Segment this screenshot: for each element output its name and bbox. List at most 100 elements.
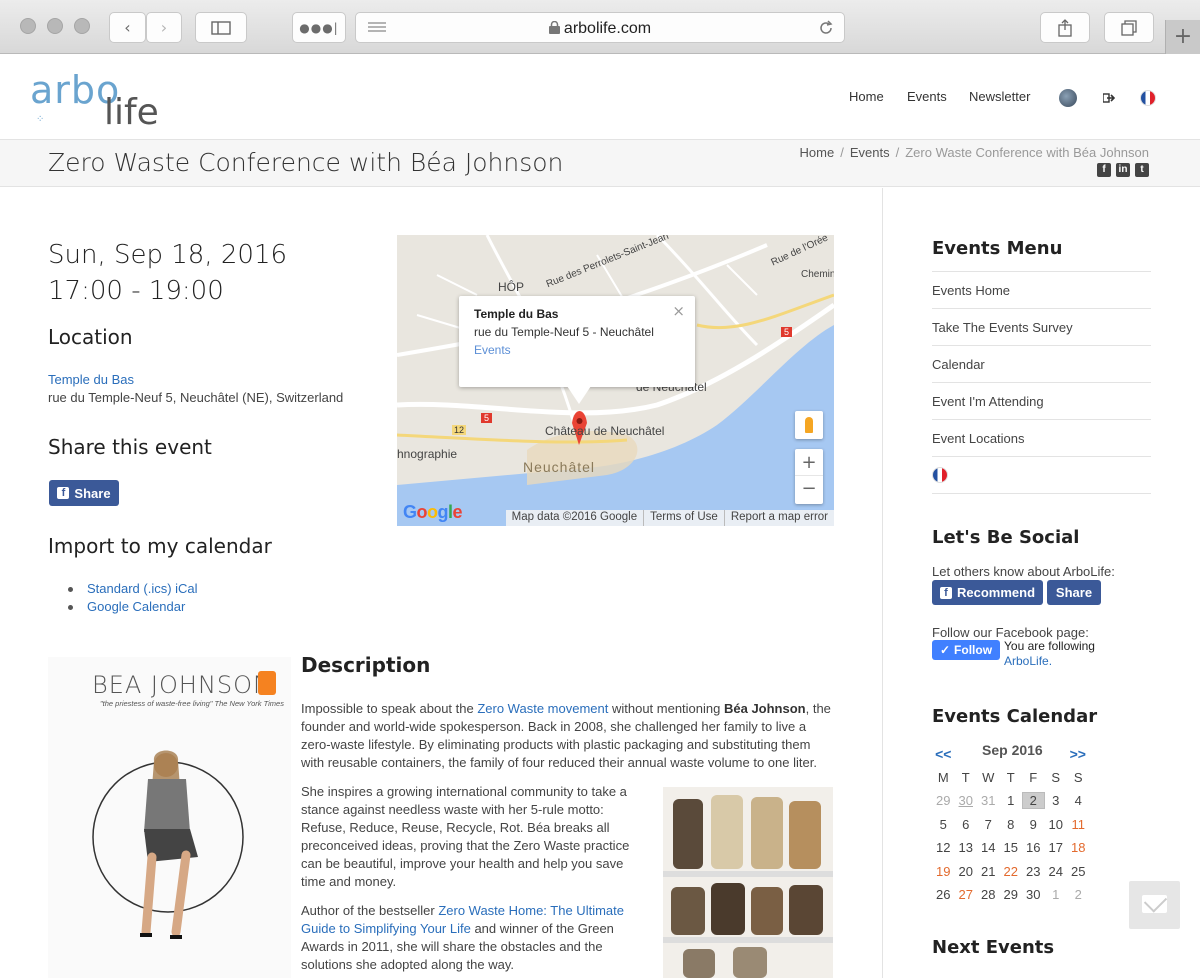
menu-item-attending[interactable]: Event I'm Attending xyxy=(932,382,1151,419)
calendar-day-today[interactable]: 2 xyxy=(1022,792,1045,810)
address-bar[interactable]: arbolife.com xyxy=(355,12,845,43)
calendar-day[interactable]: 23 xyxy=(1022,864,1045,879)
calendar-day[interactable]: 24 xyxy=(1045,864,1068,879)
arbolife-page-link[interactable]: ArboLife. xyxy=(1004,654,1052,668)
logout-icon[interactable] xyxy=(1103,92,1115,104)
new-tab-button[interactable]: + xyxy=(1165,20,1200,54)
calendar-day[interactable]: 30 xyxy=(1022,887,1045,902)
calendar-day[interactable]: 15 xyxy=(1000,840,1023,855)
nav-events[interactable]: Events xyxy=(907,89,947,104)
calendar-day[interactable]: 30 xyxy=(955,793,978,808)
calendar-day[interactable]: 16 xyxy=(1022,840,1045,855)
tabs-overview-button[interactable] xyxy=(1104,12,1154,43)
description-paragraph-2: She inspires a growing international com… xyxy=(301,784,630,889)
calendar-day[interactable]: 4 xyxy=(1067,793,1090,808)
calendar-day[interactable]: 21 xyxy=(977,864,1000,879)
calendar-day[interactable]: 9 xyxy=(1022,817,1045,832)
menu-item-language[interactable] xyxy=(932,456,1151,493)
calendar-day[interactable]: 13 xyxy=(955,840,978,855)
plus-icon: + xyxy=(1173,24,1193,49)
google-calendar-link[interactable]: Google Calendar xyxy=(87,599,185,614)
calendar-next-button[interactable]: >> xyxy=(1067,746,1090,762)
calendar-day[interactable]: 29 xyxy=(932,793,955,808)
calendar-day[interactable]: 10 xyxy=(1045,817,1068,832)
calendar-day-event[interactable]: 27 xyxy=(955,887,978,902)
calendar-week: 26 27 28 29 30 1 2 xyxy=(932,883,1092,907)
calendar-day[interactable]: 29 xyxy=(1000,887,1023,902)
calendar-day[interactable]: 7 xyxy=(977,817,1000,832)
sidebar-toggle-button[interactable] xyxy=(195,12,247,43)
calendar-day[interactable]: 6 xyxy=(955,817,978,832)
calendar-day[interactable]: 12 xyxy=(932,840,955,855)
calendar-prev-button[interactable]: << xyxy=(932,746,955,762)
calendar-day[interactable]: 28 xyxy=(977,887,1000,902)
linkedin-icon[interactable]: in xyxy=(1116,163,1130,177)
calendar-day-event[interactable]: 19 xyxy=(932,864,955,879)
minimize-window-button[interactable] xyxy=(47,18,63,34)
menu-item-locations[interactable]: Event Locations xyxy=(932,419,1151,456)
map-events-link[interactable]: Events xyxy=(474,343,511,357)
nav-newsletter[interactable]: Newsletter xyxy=(969,89,1030,104)
ical-link[interactable]: Standard (.ics) iCal xyxy=(87,581,198,596)
menu-item-events-home[interactable]: Events Home xyxy=(932,271,1151,308)
share-page-button[interactable] xyxy=(1040,12,1090,43)
calendar-day[interactable]: 1 xyxy=(1045,887,1068,902)
calendar-day[interactable]: 3 xyxy=(1045,793,1068,808)
close-window-button[interactable] xyxy=(20,18,36,34)
zoom-controls: + − xyxy=(795,449,823,504)
site-header: arbo life ⁘ Home Events Newsletter xyxy=(0,54,1200,140)
maximize-window-button[interactable] xyxy=(74,18,90,34)
follow-button[interactable]: ✓ Follow xyxy=(932,640,1000,660)
menu-item-events-survey[interactable]: Take The Events Survey xyxy=(932,308,1151,345)
checkmark-icon: ✓ xyxy=(939,643,951,657)
zoom-out-button[interactable]: − xyxy=(795,476,823,503)
reload-icon[interactable] xyxy=(818,20,834,36)
social-share-icons: f in t xyxy=(1097,163,1149,177)
french-flag-icon[interactable] xyxy=(1140,90,1156,106)
share-event-button[interactable]: f Share xyxy=(49,480,119,506)
forward-button[interactable]: › xyxy=(146,12,182,43)
facebook-icon[interactable]: f xyxy=(1097,163,1111,177)
calendar-day-event[interactable]: 11 xyxy=(1067,817,1090,832)
map-footer: Map data ©2016 Google Terms of Use Repor… xyxy=(505,510,834,526)
calendar-day-event[interactable]: 22 xyxy=(1000,864,1023,879)
contact-mail-button[interactable] xyxy=(1129,881,1180,929)
breadcrumb-events[interactable]: Events xyxy=(850,145,890,160)
report-map-error-link[interactable]: Report a map error xyxy=(723,510,834,526)
calendar-day[interactable]: 14 xyxy=(977,840,1000,855)
nav-home[interactable]: Home xyxy=(849,89,884,104)
url-text: arbolife.com xyxy=(356,20,844,38)
breadcrumb-home[interactable]: Home xyxy=(800,145,835,160)
terms-of-use-link[interactable]: Terms of Use xyxy=(643,510,724,526)
description-heading: Description xyxy=(301,653,431,677)
street-view-pegman[interactable] xyxy=(795,411,823,439)
recommend-button[interactable]: f Recommend xyxy=(932,580,1043,605)
close-icon[interactable]: × xyxy=(672,302,685,320)
events-menu: Events Home Take The Events Survey Calen… xyxy=(932,271,1151,494)
location-link[interactable]: Temple du Bas xyxy=(48,372,134,387)
extensions-button[interactable]: ●●●| xyxy=(292,12,346,43)
calendar-day[interactable]: 2 xyxy=(1067,887,1090,902)
avatar[interactable] xyxy=(1059,89,1077,107)
twitter-icon[interactable]: t xyxy=(1135,163,1149,177)
zoom-in-button[interactable]: + xyxy=(795,449,823,476)
social-share-button[interactable]: Share xyxy=(1047,580,1101,605)
calendar-day[interactable]: 8 xyxy=(1000,817,1023,832)
calendar-day[interactable]: 26 xyxy=(932,887,955,902)
back-button[interactable]: ‹ xyxy=(109,12,146,43)
location-map[interactable]: HÔP Rue des Perrolets-Saint-Jean Rue de … xyxy=(397,235,834,526)
calendar-day[interactable]: 17 xyxy=(1045,840,1068,855)
zero-waste-movement-link[interactable]: Zero Waste movement xyxy=(477,701,608,716)
book-cover-image: BEA JOHNSON "the priestess of waste-free… xyxy=(48,657,291,978)
calendar-day[interactable]: 31 xyxy=(977,793,1000,808)
description-paragraph-1: Impossible to speak about the Zero Waste… xyxy=(301,701,831,770)
calendar-day[interactable]: 1 xyxy=(1000,793,1023,808)
calendar-day[interactable]: 5 xyxy=(932,817,955,832)
site-logo[interactable]: arbo life ⁘ xyxy=(30,68,170,133)
calendar-day-event[interactable]: 18 xyxy=(1067,840,1090,855)
calendar-day[interactable]: 20 xyxy=(955,864,978,879)
calendar-day[interactable]: 25 xyxy=(1067,864,1090,879)
tabs-icon xyxy=(1121,19,1137,36)
page-title-bar: Zero Waste Conference with Béa Johnson H… xyxy=(0,140,1200,187)
menu-item-calendar[interactable]: Calendar xyxy=(932,345,1151,382)
